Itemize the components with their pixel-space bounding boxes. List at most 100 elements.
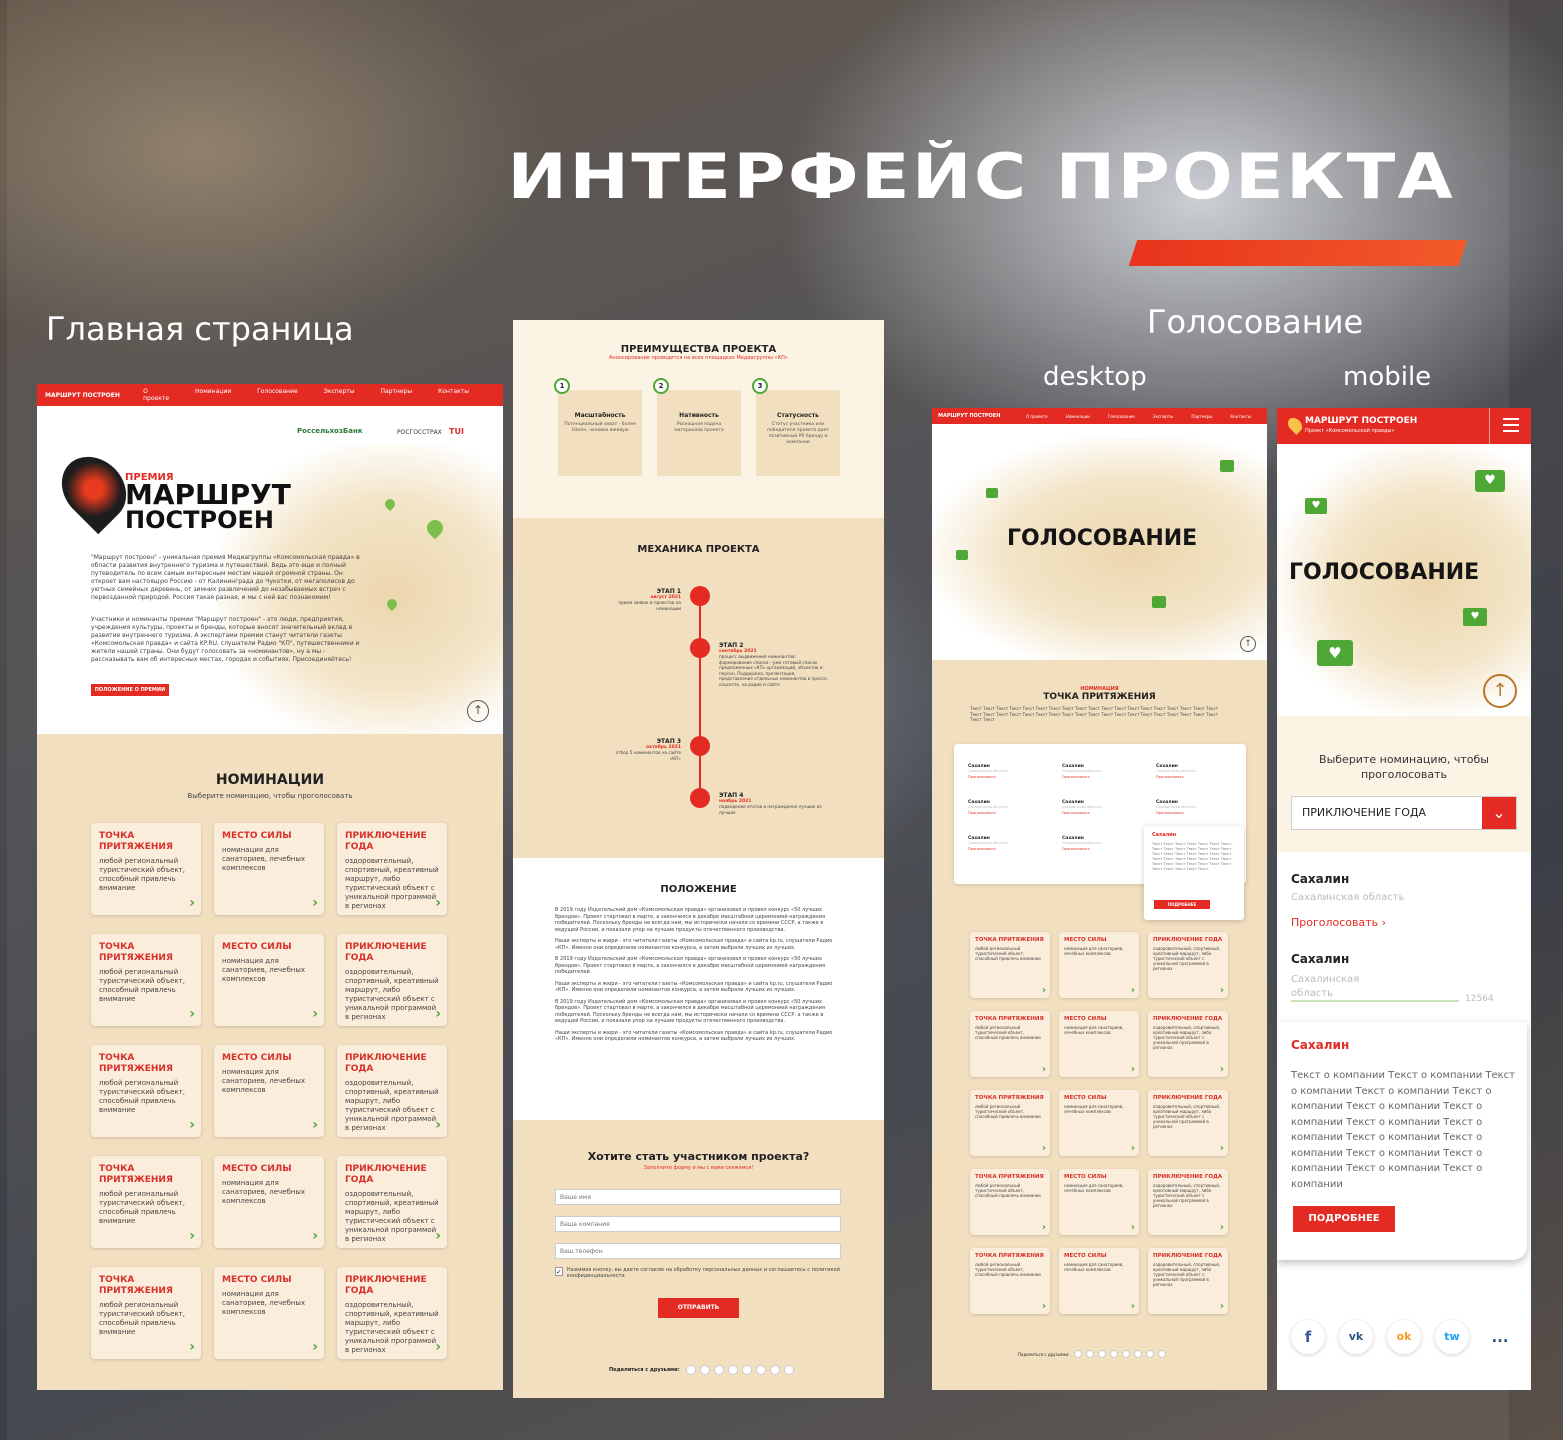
chevron-right-icon[interactable]: › bbox=[1131, 1222, 1135, 1233]
social-icon[interactable] bbox=[1158, 1350, 1167, 1358]
nomination-card[interactable]: ТОЧКА ПРИТЯЖЕНИЯ любой региональный турис… bbox=[970, 1248, 1050, 1314]
nav-item[interactable]: О проекте bbox=[1026, 414, 1048, 419]
nav-item[interactable]: Номинации bbox=[1066, 414, 1090, 419]
vote-link[interactable]: Проголосовать bbox=[1062, 775, 1142, 779]
submit-button[interactable]: ОТПРАВИТЬ bbox=[658, 1298, 739, 1318]
nav-item[interactable]: Партнеры bbox=[380, 388, 412, 402]
chevron-right-icon[interactable]: › bbox=[435, 1339, 441, 1355]
social-icon[interactable] bbox=[769, 1365, 780, 1375]
social-icon[interactable] bbox=[1134, 1350, 1143, 1358]
vote-desktop-logo[interactable]: МАРШРУТ ПОСТРОЕН bbox=[938, 413, 1026, 419]
social-icon[interactable] bbox=[1074, 1350, 1083, 1358]
heart-marker-icon[interactable] bbox=[986, 488, 998, 498]
chevron-right-icon[interactable]: › bbox=[1131, 1064, 1135, 1075]
social-icon[interactable] bbox=[783, 1365, 794, 1375]
nomination-card[interactable]: МЕСТО СИЛЫ номинация для санаториев, лече… bbox=[214, 1156, 324, 1248]
nomination-card[interactable]: ТОЧКА ПРИТЯЖЕНИЯ любой региональный турис… bbox=[91, 1156, 201, 1248]
vk-icon[interactable]: vk bbox=[1339, 1320, 1373, 1354]
nomination-card[interactable]: ПРИКЛЮЧЕНИЕ ГОДА оздоровительный, спортив… bbox=[337, 1156, 447, 1248]
chevron-right-icon[interactable]: › bbox=[189, 1339, 195, 1355]
chevron-right-icon[interactable]: › bbox=[189, 1006, 195, 1022]
chevron-right-icon[interactable]: › bbox=[1131, 1301, 1135, 1312]
nomination-card[interactable]: ПРИКЛЮЧЕНИЕ ГОДА оздоровительный, спортив… bbox=[1148, 1090, 1228, 1156]
chevron-right-icon[interactable]: › bbox=[312, 1117, 318, 1133]
heart-marker-icon[interactable]: ♥ bbox=[1305, 498, 1327, 514]
nav-item[interactable]: Номинации bbox=[195, 388, 231, 402]
nomination-card[interactable]: МЕСТО СИЛЫ номинация для санаториев, лече… bbox=[1059, 1090, 1139, 1156]
vote-link[interactable]: Проголосовать bbox=[1156, 775, 1236, 779]
nomination-card[interactable]: ТОЧКА ПРИТЯЖЕНИЯ любой региональный турис… bbox=[970, 1090, 1050, 1156]
nav-item[interactable]: Партнеры bbox=[1191, 414, 1212, 419]
name-input[interactable] bbox=[555, 1189, 841, 1205]
chevron-right-icon[interactable]: › bbox=[312, 1228, 318, 1244]
chevron-right-icon[interactable]: › bbox=[312, 1006, 318, 1022]
nomination-card[interactable]: ПРИКЛЮЧЕНИЕ ГОДА оздоровительный, спортив… bbox=[337, 1045, 447, 1137]
social-icon[interactable] bbox=[755, 1365, 766, 1375]
social-icon[interactable] bbox=[713, 1365, 724, 1375]
nomination-card[interactable]: ТОЧКА ПРИТЯЖЕНИЯ любой региональный турис… bbox=[91, 934, 201, 1026]
nav-item[interactable]: О проекте bbox=[143, 388, 169, 402]
chevron-right-icon[interactable]: › bbox=[1042, 985, 1046, 996]
nomination-card[interactable]: ПРИКЛЮЧЕНИЕ ГОДА оздоровительный, спортив… bbox=[1148, 932, 1228, 998]
chevron-right-icon[interactable]: › bbox=[312, 1339, 318, 1355]
heart-marker-icon[interactable]: ♥ bbox=[1475, 470, 1505, 492]
chevron-right-icon[interactable]: › bbox=[435, 1006, 441, 1022]
mobile-logo[interactable]: МАРШРУТ ПОСТРОЕН bbox=[1305, 416, 1417, 426]
chevron-right-icon[interactable]: › bbox=[1220, 1301, 1224, 1312]
chevron-right-icon[interactable]: › bbox=[1220, 985, 1224, 996]
chevron-right-icon[interactable]: › bbox=[1042, 1143, 1046, 1154]
vote-link[interactable]: Проголосовать bbox=[968, 847, 1048, 851]
heart-marker-icon[interactable] bbox=[1220, 460, 1234, 472]
nomination-card[interactable]: МЕСТО СИЛЫ номинация для санаториев, лече… bbox=[214, 1267, 324, 1359]
vote-link[interactable]: Проголосовать bbox=[1062, 811, 1142, 815]
nav-item[interactable]: Голосование bbox=[1108, 414, 1135, 419]
nomination-card[interactable]: МЕСТО СИЛЫ номинация для санаториев, лече… bbox=[1059, 1169, 1139, 1235]
nomination-card[interactable]: ПРИКЛЮЧЕНИЕ ГОДА оздоровительный, спортив… bbox=[1148, 1169, 1228, 1235]
nomination-card[interactable]: ТОЧКА ПРИТЯЖЕНИЯ любой региональный турис… bbox=[970, 932, 1050, 998]
chevron-right-icon[interactable]: › bbox=[1042, 1301, 1046, 1312]
more-icon[interactable]: ... bbox=[1483, 1320, 1517, 1354]
nav-item[interactable]: Контакты bbox=[1230, 414, 1251, 419]
chevron-right-icon[interactable]: › bbox=[435, 895, 441, 911]
scroll-up-icon[interactable]: ↑ bbox=[467, 700, 489, 722]
chevron-right-icon[interactable]: › bbox=[1042, 1064, 1046, 1075]
vote-link[interactable]: Проголосовать bbox=[1062, 847, 1142, 851]
nomination-card[interactable]: МЕСТО СИЛЫ номинация для санаториев, лече… bbox=[1059, 1011, 1139, 1077]
nomination-card[interactable]: ПРИКЛЮЧЕНИЕ ГОДА оздоровительный, спортив… bbox=[337, 823, 447, 915]
social-icon[interactable] bbox=[1086, 1350, 1095, 1358]
chevron-right-icon[interactable]: › bbox=[1220, 1222, 1224, 1233]
social-icon[interactable] bbox=[741, 1365, 752, 1375]
nomination-card[interactable]: ПРИКЛЮЧЕНИЕ ГОДА оздоровительный, спортив… bbox=[1148, 1011, 1228, 1077]
nomination-card[interactable]: ПРИКЛЮЧЕНИЕ ГОДА оздоровительный, спортив… bbox=[1148, 1248, 1228, 1314]
chevron-right-icon[interactable]: › bbox=[435, 1228, 441, 1244]
vote-link[interactable]: Проголосовать › bbox=[1291, 916, 1386, 929]
nomination-card[interactable]: ТОЧКА ПРИТЯЖЕНИЯ любой региональный турис… bbox=[91, 823, 201, 915]
scroll-up-icon[interactable]: ↑ bbox=[1483, 674, 1517, 708]
chevron-right-icon[interactable]: › bbox=[435, 1117, 441, 1133]
heart-marker-icon[interactable] bbox=[956, 550, 968, 560]
nomination-card[interactable]: МЕСТО СИЛЫ номинация для санаториев, лече… bbox=[214, 823, 324, 915]
phone-input[interactable] bbox=[555, 1243, 841, 1259]
vote-link[interactable]: Проголосовать bbox=[968, 775, 1048, 779]
social-icon[interactable] bbox=[1122, 1350, 1131, 1358]
social-icon[interactable] bbox=[685, 1365, 696, 1375]
vote-link[interactable]: Проголосовать bbox=[1156, 811, 1236, 815]
consent-checkbox[interactable]: ✓ bbox=[555, 1267, 563, 1276]
chevron-right-icon[interactable]: › bbox=[1131, 985, 1135, 996]
heart-marker-icon[interactable] bbox=[1152, 596, 1166, 608]
home-logo[interactable]: МАРШРУТ ПОСТРОЕН bbox=[45, 392, 143, 399]
nomination-select[interactable]: ПРИКЛЮЧЕНИЕ ГОДА ⌄ bbox=[1291, 796, 1517, 830]
nav-item[interactable]: Контакты bbox=[438, 388, 469, 402]
heart-marker-icon[interactable]: ♥ bbox=[1317, 640, 1353, 666]
chevron-down-icon[interactable]: ⌄ bbox=[1482, 797, 1516, 829]
nomination-card[interactable]: МЕСТО СИЛЫ номинация для санаториев, лече… bbox=[1059, 932, 1139, 998]
chevron-right-icon[interactable]: › bbox=[1220, 1143, 1224, 1154]
nomination-card[interactable]: МЕСТО СИЛЫ номинация для санаториев, лече… bbox=[1059, 1248, 1139, 1314]
popup-more-button[interactable]: ПОДРОБНЕЕ bbox=[1154, 900, 1210, 909]
chevron-right-icon[interactable]: › bbox=[189, 1117, 195, 1133]
nav-item[interactable]: Эксперты bbox=[324, 388, 355, 402]
nomination-card[interactable]: ПРИКЛЮЧЕНИЕ ГОДА оздоровительный, спортив… bbox=[337, 934, 447, 1026]
social-icon[interactable] bbox=[1110, 1350, 1119, 1358]
scroll-up-icon[interactable]: ↑ bbox=[1240, 636, 1256, 652]
chevron-right-icon[interactable]: › bbox=[189, 1228, 195, 1244]
